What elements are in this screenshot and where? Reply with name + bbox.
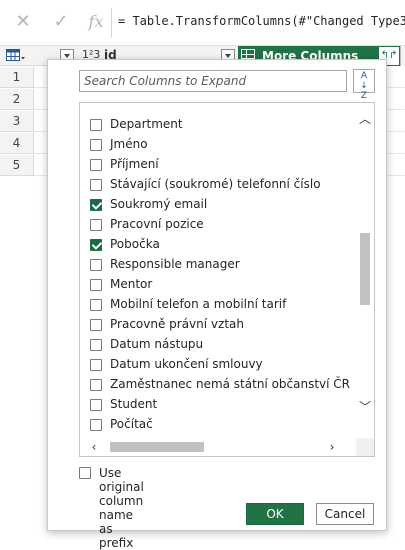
column-checkbox[interactable]	[90, 379, 102, 391]
column-option-label: Student	[110, 397, 158, 411]
column-option-label: Příjmení	[110, 157, 159, 171]
column-checkbox[interactable]	[90, 419, 102, 431]
column-option-label: Pracovně právní vztah	[110, 317, 244, 331]
check-icon[interactable]: ✓	[50, 10, 72, 34]
column-list: Department Jméno Příjmení Stávající (soukro…	[79, 102, 375, 457]
column-option-label: Datum nástupu	[110, 337, 204, 351]
formula-text[interactable]: = Table.TransformColumns(#"Changed Type3…	[118, 14, 405, 28]
formula-separator	[111, 8, 112, 38]
column-option-label: Počítač	[110, 417, 153, 431]
formula-bar: ✕ ✓ fx = Table.TransformColumns(#"Change…	[0, 0, 405, 46]
sort-az-icon[interactable]: A ↓ Z	[353, 69, 375, 101]
column-option[interactable]: Datum nástupu	[90, 335, 350, 355]
column-option[interactable]: Mentor	[90, 275, 350, 295]
column-option[interactable]: Student	[90, 395, 350, 415]
column-option[interactable]: Responsible manager	[90, 255, 350, 275]
search-columns-input[interactable]	[79, 70, 347, 92]
prefix-label: Use original column name as prefix	[99, 466, 144, 550]
column-option-label: Stávající (soukromé) telefonní číslo	[110, 177, 321, 191]
scroll-down-icon[interactable]: ﹀	[359, 401, 371, 413]
column-option[interactable]: Soukromý email	[90, 195, 350, 215]
column-option-label: Jméno	[110, 137, 148, 151]
prefix-checkbox[interactable]	[79, 467, 91, 479]
column-option[interactable]: Pobočka	[90, 235, 350, 255]
expand-columns-popup: A↓Z Department Jméno Příjmení Stávající (so…	[47, 59, 387, 550]
column-checkbox[interactable]	[90, 319, 102, 331]
column-checkbox[interactable]	[90, 199, 102, 211]
column-option[interactable]: Datum ukončení smlouvy	[90, 355, 350, 375]
scroll-up-icon[interactable]: ︿	[359, 113, 371, 125]
column-checkbox[interactable]	[90, 179, 102, 191]
column-option[interactable]: Stávající (soukromé) telefonní číslo	[90, 175, 350, 195]
column-option[interactable]: Zaměstnanec nemá státní občanství ČR (ci…	[90, 375, 350, 395]
horizontal-scrollbar[interactable]: ‹ ›	[80, 438, 358, 456]
column-option-label: Department	[110, 117, 183, 131]
scroll-right-icon[interactable]: ›	[326, 441, 338, 453]
column-checkbox[interactable]	[90, 239, 102, 251]
column-checkbox[interactable]	[90, 359, 102, 371]
column-checkbox[interactable]	[90, 259, 102, 271]
next-column-header[interactable]	[400, 46, 405, 66]
column-option[interactable]: Příjmení	[90, 155, 350, 175]
column-option-label: Mobilní telefon a mobilní tarif	[110, 297, 287, 311]
row-number[interactable]: 2	[0, 89, 34, 110]
column-option[interactable]: Počítač	[90, 415, 350, 435]
row-number[interactable]: 5	[0, 155, 34, 176]
ok-button[interactable]: OK	[246, 503, 304, 525]
column-checkbox[interactable]	[90, 399, 102, 411]
column-option-label: Zaměstnanec nemá státní občanství ČR (ci…	[110, 377, 350, 391]
vertical-scrollbar[interactable]: ︿ ﹀	[356, 103, 374, 440]
row-number[interactable]: 3	[0, 111, 34, 132]
column-option[interactable]: Mobilní telefon a mobilní tarif	[90, 295, 350, 315]
scroll-corner	[356, 438, 374, 456]
column-option-label: Datum ukončení smlouvy	[110, 357, 263, 371]
horizontal-scroll-thumb[interactable]	[110, 442, 204, 452]
table-icon[interactable]	[6, 49, 26, 63]
column-option[interactable]: Pracovní pozice	[90, 215, 350, 235]
x-icon[interactable]: ✕	[12, 10, 34, 34]
column-option-label: Responsible manager	[110, 257, 240, 271]
column-checkbox[interactable]	[90, 339, 102, 351]
cancel-button[interactable]: Cancel	[316, 503, 374, 525]
column-option[interactable]: Department	[90, 115, 350, 135]
column-option[interactable]: Jméno	[90, 135, 350, 155]
column-option-label: Pracovní pozice	[110, 217, 204, 231]
column-checkbox[interactable]	[90, 159, 102, 171]
fx-icon[interactable]: fx	[85, 10, 107, 34]
column-checkbox[interactable]	[90, 139, 102, 151]
column-option-label: Mentor	[110, 277, 153, 291]
column-option-label: Pobočka	[110, 237, 160, 251]
scroll-left-icon[interactable]: ‹	[88, 441, 100, 453]
column-checkbox[interactable]	[90, 299, 102, 311]
row-number[interactable]: 1	[0, 67, 34, 88]
row-number[interactable]: 4	[0, 133, 34, 154]
column-checkbox[interactable]	[90, 119, 102, 131]
vertical-scroll-thumb[interactable]	[360, 233, 370, 305]
column-checkbox[interactable]	[90, 219, 102, 231]
column-option-label: Soukromý email	[110, 197, 208, 211]
column-option[interactable]: Pracovně právní vztah	[90, 315, 350, 335]
column-checkbox[interactable]	[90, 279, 102, 291]
